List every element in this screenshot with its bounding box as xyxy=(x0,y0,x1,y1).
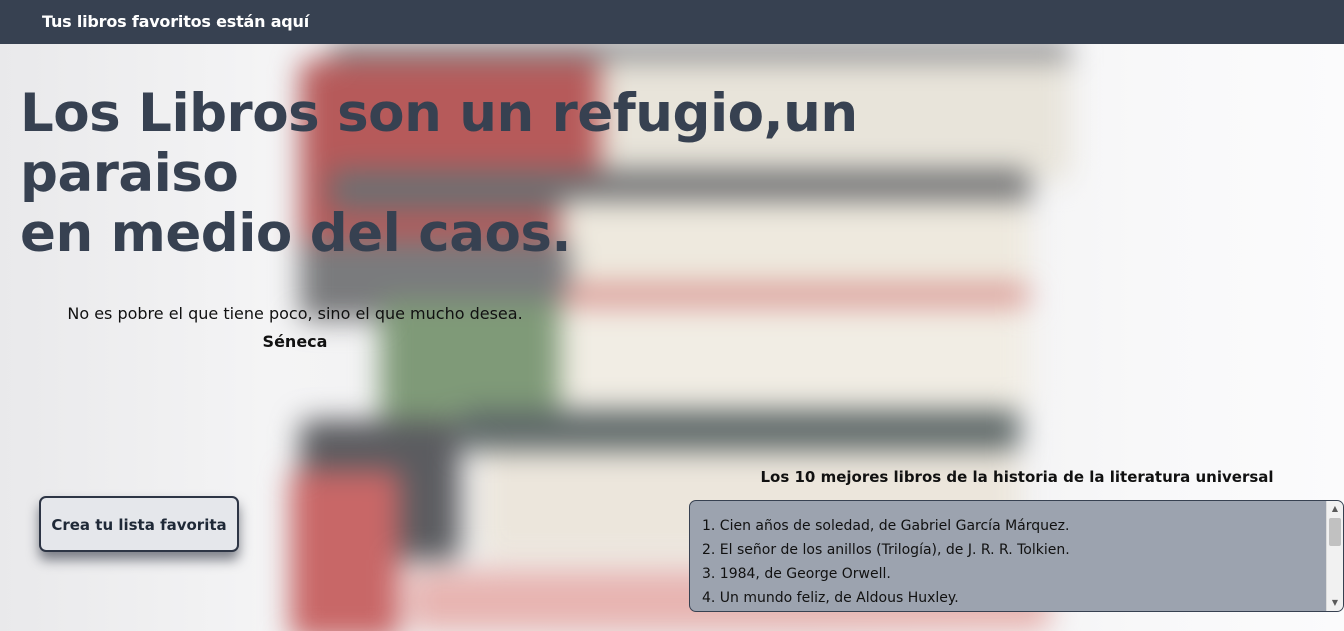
quote-author: Séneca xyxy=(262,332,328,351)
top-books-scroll-box[interactable]: 1. Cien años de soledad, de Gabriel Garc… xyxy=(689,500,1344,612)
list-item: 2. El señor de los anillos (Trilogía), d… xyxy=(702,542,1070,558)
scrollbar-thumb[interactable] xyxy=(1329,518,1341,546)
hero-heading-line-1: Los Libros son un refugio,un xyxy=(20,83,858,144)
quote-block: No es pobre el que tiene poco, sino el q… xyxy=(20,300,570,356)
vertical-scrollbar[interactable]: ▲ ▼ xyxy=(1326,501,1343,611)
list-item: 4. Un mundo feliz, de Aldous Huxley. xyxy=(702,590,959,606)
scroll-down-arrow-icon[interactable]: ▼ xyxy=(1327,595,1343,611)
top-books-title: Los 10 mejores libros de la historia de … xyxy=(760,468,1274,486)
list-item: 1. Cien años de soledad, de Gabriel Garc… xyxy=(702,518,1070,534)
scroll-up-arrow-icon[interactable]: ▲ xyxy=(1327,501,1343,517)
top-navbar: Tus libros favoritos están aquí xyxy=(0,0,1344,44)
top-books-list: 1. Cien años de soledad, de Gabriel Garc… xyxy=(690,501,1322,610)
navbar-brand[interactable]: Tus libros favoritos están aquí xyxy=(42,12,309,31)
hero-heading-line-3: en medio del caos. xyxy=(20,203,572,264)
hero-heading-line-2: paraiso xyxy=(20,143,239,204)
list-item: 3. 1984, de George Orwell. xyxy=(702,566,891,582)
create-favorite-list-button[interactable]: Crea tu lista favorita xyxy=(39,496,239,552)
quote-text: No es pobre el que tiene poco, sino el q… xyxy=(67,304,523,323)
hero-heading: Los Libros son un refugio,un paraiso en … xyxy=(20,84,880,264)
